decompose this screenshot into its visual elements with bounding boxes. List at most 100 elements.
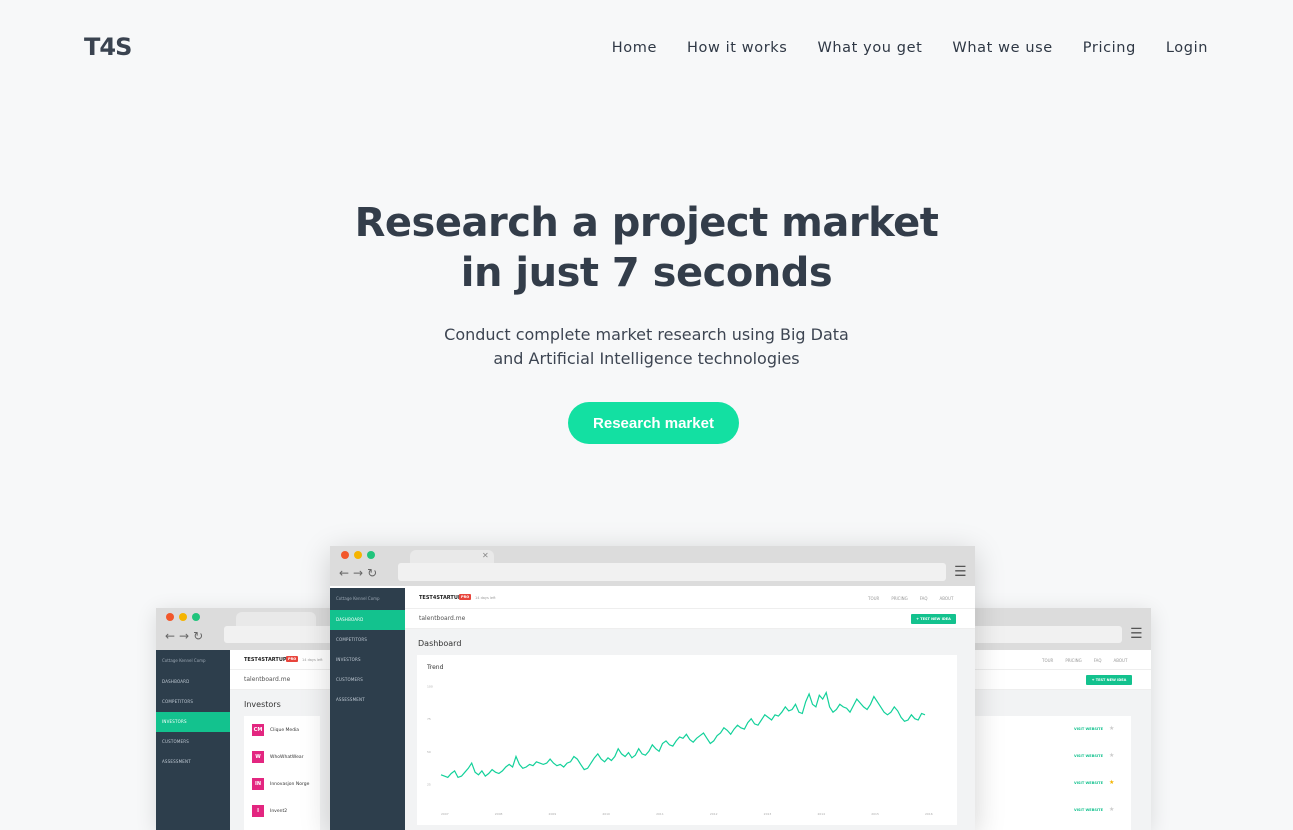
sidebar-item-competitors: COMPETITORS xyxy=(162,699,194,704)
list-item: VISIT WEBSITE ★ xyxy=(1074,806,1114,813)
app-top-links: TOUR PRICING FAQ ABOUT xyxy=(1042,658,1127,663)
nav-what-you-get[interactable]: What you get xyxy=(817,40,922,56)
trial-days: 14 days left xyxy=(302,658,323,662)
browser-chrome: ←→↻ xyxy=(156,608,356,650)
nav-what-we-use[interactable]: What we use xyxy=(952,40,1052,56)
star-icon: ★ xyxy=(1108,806,1115,813)
nav-pricing[interactable]: Pricing xyxy=(1083,40,1136,56)
investor-name: WhoWhatWear xyxy=(270,754,304,760)
pro-badge: PRO xyxy=(286,656,299,662)
investor-logo-icon: CM xyxy=(252,724,264,736)
menu-icon: ☰ xyxy=(954,564,967,580)
content-area: Dashboard Trend 25 50 75 100 2007 2008 2009 2010… xyxy=(405,629,975,830)
window-controls xyxy=(166,613,200,621)
sidebar-item-assessment: ASSESSMENT xyxy=(162,759,191,764)
app-top-links: TOUR PRICING FAQ ABOUT xyxy=(868,596,953,601)
x-tick-label: 2013 xyxy=(764,812,772,816)
content-area: VISIT WEBSITE ★ VISIT WEBSITE ★ VISIT WEBS… xyxy=(960,690,1151,830)
link-pricing: PRICING xyxy=(891,596,908,601)
sidebar-item-assessment: ASSESSMENT xyxy=(336,697,365,702)
browser-mockup-center: ✕ ←→↻ ☰ Cottage Kennel Comp DASHBOARD CO… xyxy=(330,546,975,830)
sidebar-item-competitors: COMPETITORS xyxy=(336,637,368,642)
x-tick-label: 2008 xyxy=(495,812,503,816)
app-brand: TEST4STARTUP xyxy=(419,595,462,601)
x-tick-label: 2015 xyxy=(871,812,879,816)
investor-name: Innovasjon Norge xyxy=(270,781,310,787)
x-tick-label: 2009 xyxy=(549,812,557,816)
link-about: ABOUT xyxy=(939,596,954,601)
window-controls xyxy=(341,551,375,559)
app-topbar: TEST4STARTUP PRO 14 days left TOUR PRICI… xyxy=(405,588,975,609)
maximize-dot-icon xyxy=(192,613,200,621)
browser-mockup-left: ←→↻ Cottage Kennel Comp DASHBOARD COMPET… xyxy=(156,608,356,830)
main-nav: Home How it works What you get What we u… xyxy=(612,40,1208,56)
hero-title-line-2: in just 7 seconds xyxy=(460,250,833,296)
hero-subtitle-line-1: Conduct complete market research using B… xyxy=(444,325,849,344)
visit-website-link: VISIT WEBSITE xyxy=(1074,780,1103,785)
x-tick-label: 2011 xyxy=(656,812,664,816)
investors-title: Investors xyxy=(244,700,281,709)
app-brand: TEST4STARTUP xyxy=(244,657,287,663)
research-market-button[interactable]: Research market xyxy=(568,402,739,444)
hero-subtitle-line-2: and Artificial Intelligence technologies xyxy=(493,349,800,368)
menu-icon: ☰ xyxy=(1130,626,1143,642)
domain-label: talentboard.me xyxy=(419,615,466,622)
minimize-dot-icon xyxy=(179,613,187,621)
link-about: ABOUT xyxy=(1113,658,1128,663)
close-tab-icon: ✕ xyxy=(482,551,489,560)
list-item: CM Clique Media xyxy=(252,724,299,736)
address-bar xyxy=(960,626,1122,643)
list-item: VISIT WEBSITE ★ xyxy=(1074,725,1114,732)
list-item: VISIT WEBSITE ★ xyxy=(1074,752,1114,759)
close-dot-icon xyxy=(166,613,174,621)
domain-bar: talentboard.me + TEST NEW IDEA xyxy=(405,609,975,629)
star-icon: ★ xyxy=(1108,752,1115,759)
list-item: W WhoWhatWear xyxy=(252,751,303,763)
y-tick-label: 25 xyxy=(427,782,431,786)
trial-days: 14 days left xyxy=(475,596,496,600)
investors-card: CM Clique Media W WhoWhatWear IN Innovas… xyxy=(244,716,320,830)
investor-logo-icon: W xyxy=(252,751,264,763)
x-tick-label: 2012 xyxy=(710,812,718,816)
test-new-idea-button: + TEST NEW IDEA xyxy=(1086,675,1132,685)
sidebar-item-dashboard: DASHBOARD xyxy=(330,610,405,630)
investors-card: VISIT WEBSITE ★ VISIT WEBSITE ★ VISIT WEBS… xyxy=(960,716,1131,830)
trend-card: Trend 25 50 75 100 2007 2008 2009 2010 2011 2012 20… xyxy=(417,655,957,825)
investor-name: Invent2 xyxy=(270,808,288,814)
sidebar-item-customers: CUSTOMERS xyxy=(336,677,363,682)
x-tick-label: 2016 xyxy=(925,812,933,816)
y-tick-label: 75 xyxy=(427,717,431,721)
list-item: I Invent2 xyxy=(252,805,287,817)
sidebar-item-customers: CUSTOMERS xyxy=(162,739,189,744)
nav-how-it-works[interactable]: How it works xyxy=(687,40,787,56)
app-sidebar: Cottage Kennel Comp DASHBOARD COMPETITOR… xyxy=(156,650,230,830)
trend-series-line xyxy=(440,690,926,779)
x-tick-label: 2010 xyxy=(602,812,610,816)
investor-logo-icon: I xyxy=(252,805,264,817)
sidebar-header: Cottage Kennel Comp xyxy=(336,596,380,601)
nav-login[interactable]: Login xyxy=(1166,40,1208,56)
hero-title-line-1: Research a project market xyxy=(354,200,939,246)
hero-title: Research a project market in just 7 seco… xyxy=(0,198,1293,298)
link-pricing: PRICING xyxy=(1065,658,1082,663)
top-bar: T4S Home How it works What you get What … xyxy=(0,0,1293,100)
visit-website-link: VISIT WEBSITE xyxy=(1074,726,1103,731)
nav-home[interactable]: Home xyxy=(612,40,657,56)
x-tick-label: 2007 xyxy=(441,812,449,816)
list-item: IN Innovasjon Norge xyxy=(252,778,309,790)
sidebar-item-investors: INVESTORS xyxy=(336,657,361,662)
app-sidebar: Cottage Kennel Comp DASHBOARD COMPETITOR… xyxy=(330,588,405,830)
pro-badge: PRO xyxy=(459,594,472,600)
address-bar xyxy=(398,563,946,581)
link-faq: FAQ xyxy=(919,596,928,601)
hero-subtitle: Conduct complete market research using B… xyxy=(0,323,1293,371)
star-icon: ★ xyxy=(1108,779,1115,786)
visit-website-link: VISIT WEBSITE xyxy=(1074,807,1103,812)
nav-arrows-icon: ←→↻ xyxy=(165,629,208,643)
visit-website-link: VISIT WEBSITE xyxy=(1074,753,1103,758)
investor-logo-icon: IN xyxy=(252,778,264,790)
link-tour: TOUR xyxy=(1042,658,1054,663)
dashboard-title: Dashboard xyxy=(418,639,462,648)
maximize-dot-icon xyxy=(367,551,375,559)
logo[interactable]: T4S xyxy=(84,33,132,61)
